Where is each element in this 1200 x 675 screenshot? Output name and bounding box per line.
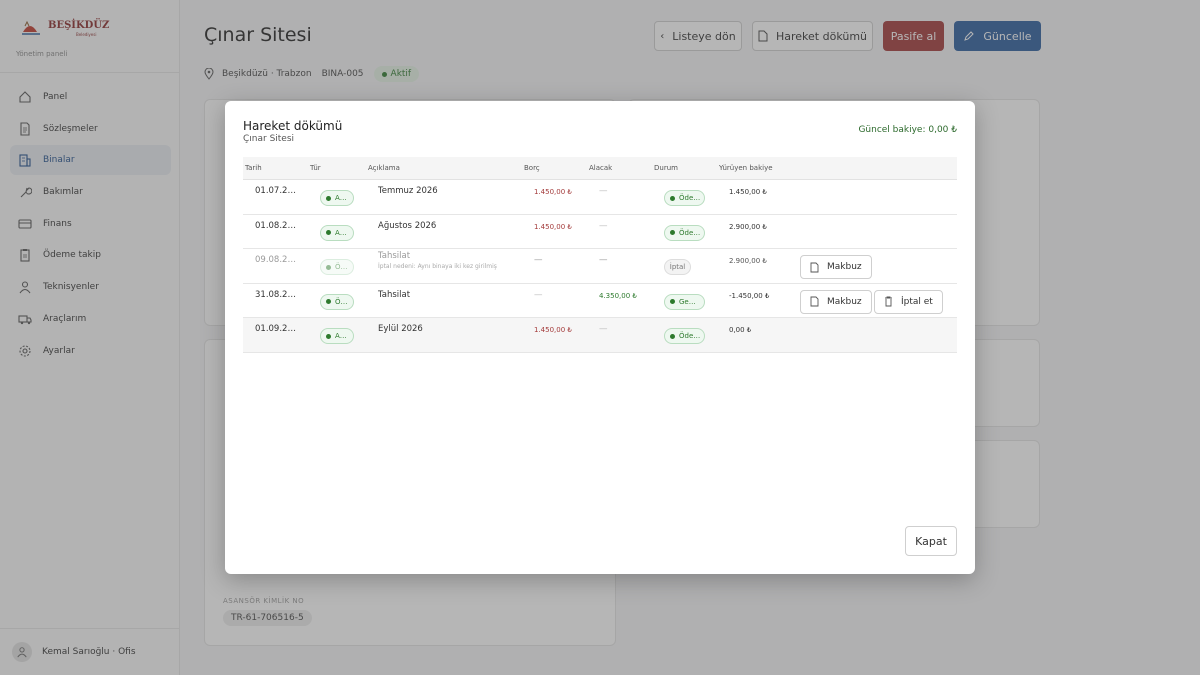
row-status-badge: İptal — [664, 259, 691, 276]
trash-icon — [884, 296, 893, 307]
row-description: Ağustos 2026 — [378, 220, 437, 231]
row-cancel-note: İptal nedeni: Aynı binaya iki kez girilm… — [378, 263, 497, 271]
row-debt: 1.450,00 ₺ — [534, 326, 572, 335]
col-description: Açıklama — [368, 164, 400, 172]
table-row: 01.09.2… A… Eylül 2026 1.450,00 ₺ — Öde…… — [243, 318, 957, 353]
table-header: Tarih Tür Açıklama Borç Alacak Durum Yür… — [243, 157, 957, 180]
row-status-badge: Öde… — [664, 190, 705, 206]
row-description: Eylül 2026 — [378, 324, 423, 335]
col-type: Tür — [310, 164, 321, 172]
row-balance: -1.450,00 ₺ — [729, 291, 770, 300]
receipt-icon — [810, 296, 819, 307]
row-balance: 1.450,00 ₺ — [729, 188, 767, 196]
row-type-badge: Ö… — [320, 293, 354, 310]
cancel-transaction-button[interactable]: İptal et — [874, 289, 943, 314]
receipt-button[interactable]: Makbuz — [800, 255, 872, 280]
table-row: 01.08.2… A… Ağustos 2026 1.450,00 ₺ — Öd… — [243, 215, 957, 250]
col-date: Tarih — [245, 164, 262, 172]
row-debt: 1.450,00 ₺ — [534, 188, 572, 196]
col-status: Durum — [654, 164, 678, 172]
row-credit: — — [599, 220, 608, 231]
col-credit: Alacak — [589, 164, 613, 172]
row-balance: 2.900,00 ₺ — [729, 257, 767, 266]
row-credit: 4.350,00 ₺ — [599, 291, 637, 300]
row-date: 01.07.2… — [255, 186, 296, 196]
close-button[interactable]: Kapat — [905, 526, 957, 556]
row-type-badge: A… — [320, 190, 354, 206]
row-status-badge: Öde… — [664, 224, 705, 241]
row-date: 31.08.2… — [255, 289, 296, 300]
row-type-badge: Ö… — [320, 259, 354, 276]
row-debt: — — [534, 255, 543, 266]
row-balance: 0,00 ₺ — [729, 326, 752, 335]
row-status-badge: Ge… — [664, 293, 705, 310]
row-description: Tahsilat — [378, 289, 411, 300]
modal-subtitle: Çınar Sitesi — [243, 134, 295, 144]
row-date: 09.08.2… — [255, 255, 296, 266]
history-modal: Hareket dökümü Çınar Sitesi Güncel bakiy… — [225, 101, 975, 574]
row-date: 01.08.2… — [255, 220, 296, 231]
row-credit: — — [599, 255, 608, 266]
table-row: 01.07.2… A… Temmuz 2026 1.450,00 ₺ — Öde… — [243, 180, 957, 215]
row-debt: — — [534, 289, 543, 300]
receipt-label: Makbuz — [827, 296, 862, 307]
cancel-transaction-label: İptal et — [901, 296, 933, 307]
receipt-button[interactable]: Makbuz — [800, 289, 872, 314]
table-row: 09.08.2… Ö… Tahsilat İptal nedeni: Aynı … — [243, 249, 957, 284]
row-debt: 1.450,00 ₺ — [534, 222, 572, 231]
receipt-label: Makbuz — [827, 262, 862, 273]
row-credit: — — [599, 186, 608, 196]
row-status-badge: Öde… — [664, 328, 705, 345]
col-debt: Borç — [524, 164, 540, 172]
row-type-badge: A… — [320, 328, 354, 345]
row-description: Temmuz 2026 — [378, 186, 438, 196]
row-balance: 2.900,00 ₺ — [729, 222, 767, 231]
receipt-icon — [810, 262, 819, 273]
current-balance: Güncel bakiye: 0,00 ₺ — [858, 125, 957, 135]
row-credit: — — [599, 324, 608, 335]
row-date: 01.09.2… — [255, 324, 296, 335]
col-running-balance: Yürüyen bakiye — [719, 164, 773, 172]
row-type-badge: A… — [320, 224, 354, 241]
table-row: 31.08.2… Ö… Tahsilat — 4.350,00 ₺ Ge… -1… — [243, 284, 957, 319]
modal-title: Hareket dökümü — [243, 119, 343, 133]
row-description: Tahsilat — [378, 251, 411, 262]
